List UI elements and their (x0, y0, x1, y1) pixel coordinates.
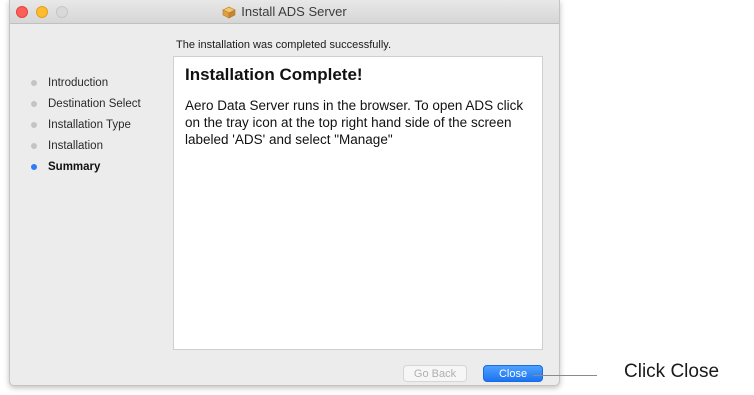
summary-panel: Installation Complete! Aero Data Server … (173, 56, 543, 350)
status-message: The installation was completed successfu… (176, 39, 392, 51)
step-label: Installation Type (48, 119, 131, 131)
window-title: Install ADS Server (241, 4, 347, 19)
step-label: Installation (48, 140, 103, 152)
step-destination-select: Destination Select (28, 97, 141, 118)
title-bar[interactable]: Install ADS Server (10, 0, 559, 24)
step-dot-icon (31, 122, 37, 128)
step-summary: Summary (28, 160, 141, 181)
go-back-button[interactable]: Go Back (403, 365, 467, 382)
panel-heading: Installation Complete! (185, 65, 363, 84)
callout-label: Click Close (624, 361, 720, 382)
package-icon (222, 6, 236, 19)
step-installation-type: Installation Type (28, 118, 141, 139)
step-label: Destination Select (48, 98, 141, 110)
panel-body-text: Aero Data Server runs in the browser. To… (185, 98, 524, 147)
step-active-dot-icon (31, 164, 37, 170)
step-dot-icon (31, 143, 37, 149)
callout-line (533, 375, 597, 376)
step-dot-icon (31, 101, 37, 107)
steps-sidebar: Introduction Destination Select Installa… (28, 76, 141, 181)
close-button[interactable]: Close (483, 365, 543, 382)
step-installation: Installation (28, 139, 141, 160)
step-label: Introduction (48, 77, 109, 89)
step-introduction: Introduction (28, 76, 141, 97)
installer-window: Install ADS Server The installation was … (9, 0, 560, 386)
window-title-area: Install ADS Server (10, 4, 559, 20)
step-label: Summary (48, 161, 101, 173)
step-dot-icon (31, 80, 37, 86)
